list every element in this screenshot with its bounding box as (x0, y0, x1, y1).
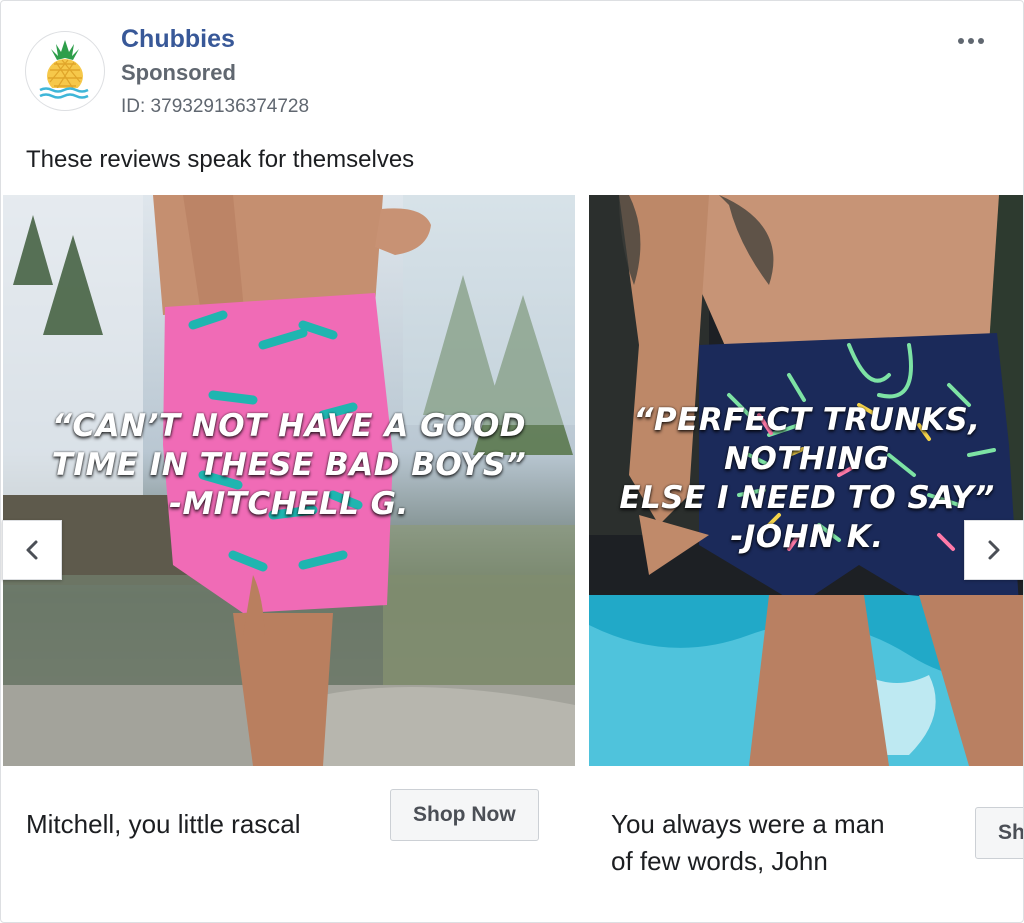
card-caption: Mitchell, you little rascal (26, 809, 301, 839)
carousel-next-button[interactable] (964, 520, 1023, 580)
more-options-button[interactable] (949, 23, 993, 59)
card-caption: You always were a man of few words, John (611, 809, 885, 876)
ad-id: ID: 379329136374728 (121, 96, 310, 117)
chevron-right-icon (988, 540, 1000, 560)
carousel-card: “PERFECT TRUNKS, NOTHING ELSE I NEED TO … (589, 195, 1023, 922)
review-quote-overlay: “CAN’T NOT HAVE A GOOD TIME IN THESE BAD… (51, 408, 527, 522)
advertiser-name[interactable]: Chubbies (121, 25, 235, 54)
carousel-card: “CAN’T NOT HAVE A GOOD TIME IN THESE BAD… (3, 195, 575, 922)
carousel: “CAN’T NOT HAVE A GOOD TIME IN THESE BAD… (1, 195, 1023, 922)
carousel-card-image[interactable]: “PERFECT TRUNKS, NOTHING ELSE I NEED TO … (589, 195, 1023, 766)
carousel-prev-button[interactable] (2, 520, 62, 580)
review-quote-overlay: “PERFECT TRUNKS, NOTHING ELSE I NEED TO … (619, 402, 995, 555)
sponsored-label: Sponsored (121, 60, 236, 85)
more-dots-icon (958, 38, 984, 44)
ad-card: Chubbies Sponsored ID: 379329136374728 T… (0, 0, 1024, 923)
shop-now-button[interactable]: Shop Now (390, 789, 539, 841)
carousel-card-image[interactable]: “CAN’T NOT HAVE A GOOD TIME IN THESE BAD… (3, 195, 575, 766)
chevron-left-icon (26, 540, 38, 560)
post-primary-text: These reviews speak for themselves (26, 146, 415, 173)
shop-now-button[interactable]: Shop Now (975, 807, 1023, 859)
advertiser-avatar[interactable] (25, 31, 105, 111)
pineapple-wave-logo-icon (39, 40, 90, 99)
